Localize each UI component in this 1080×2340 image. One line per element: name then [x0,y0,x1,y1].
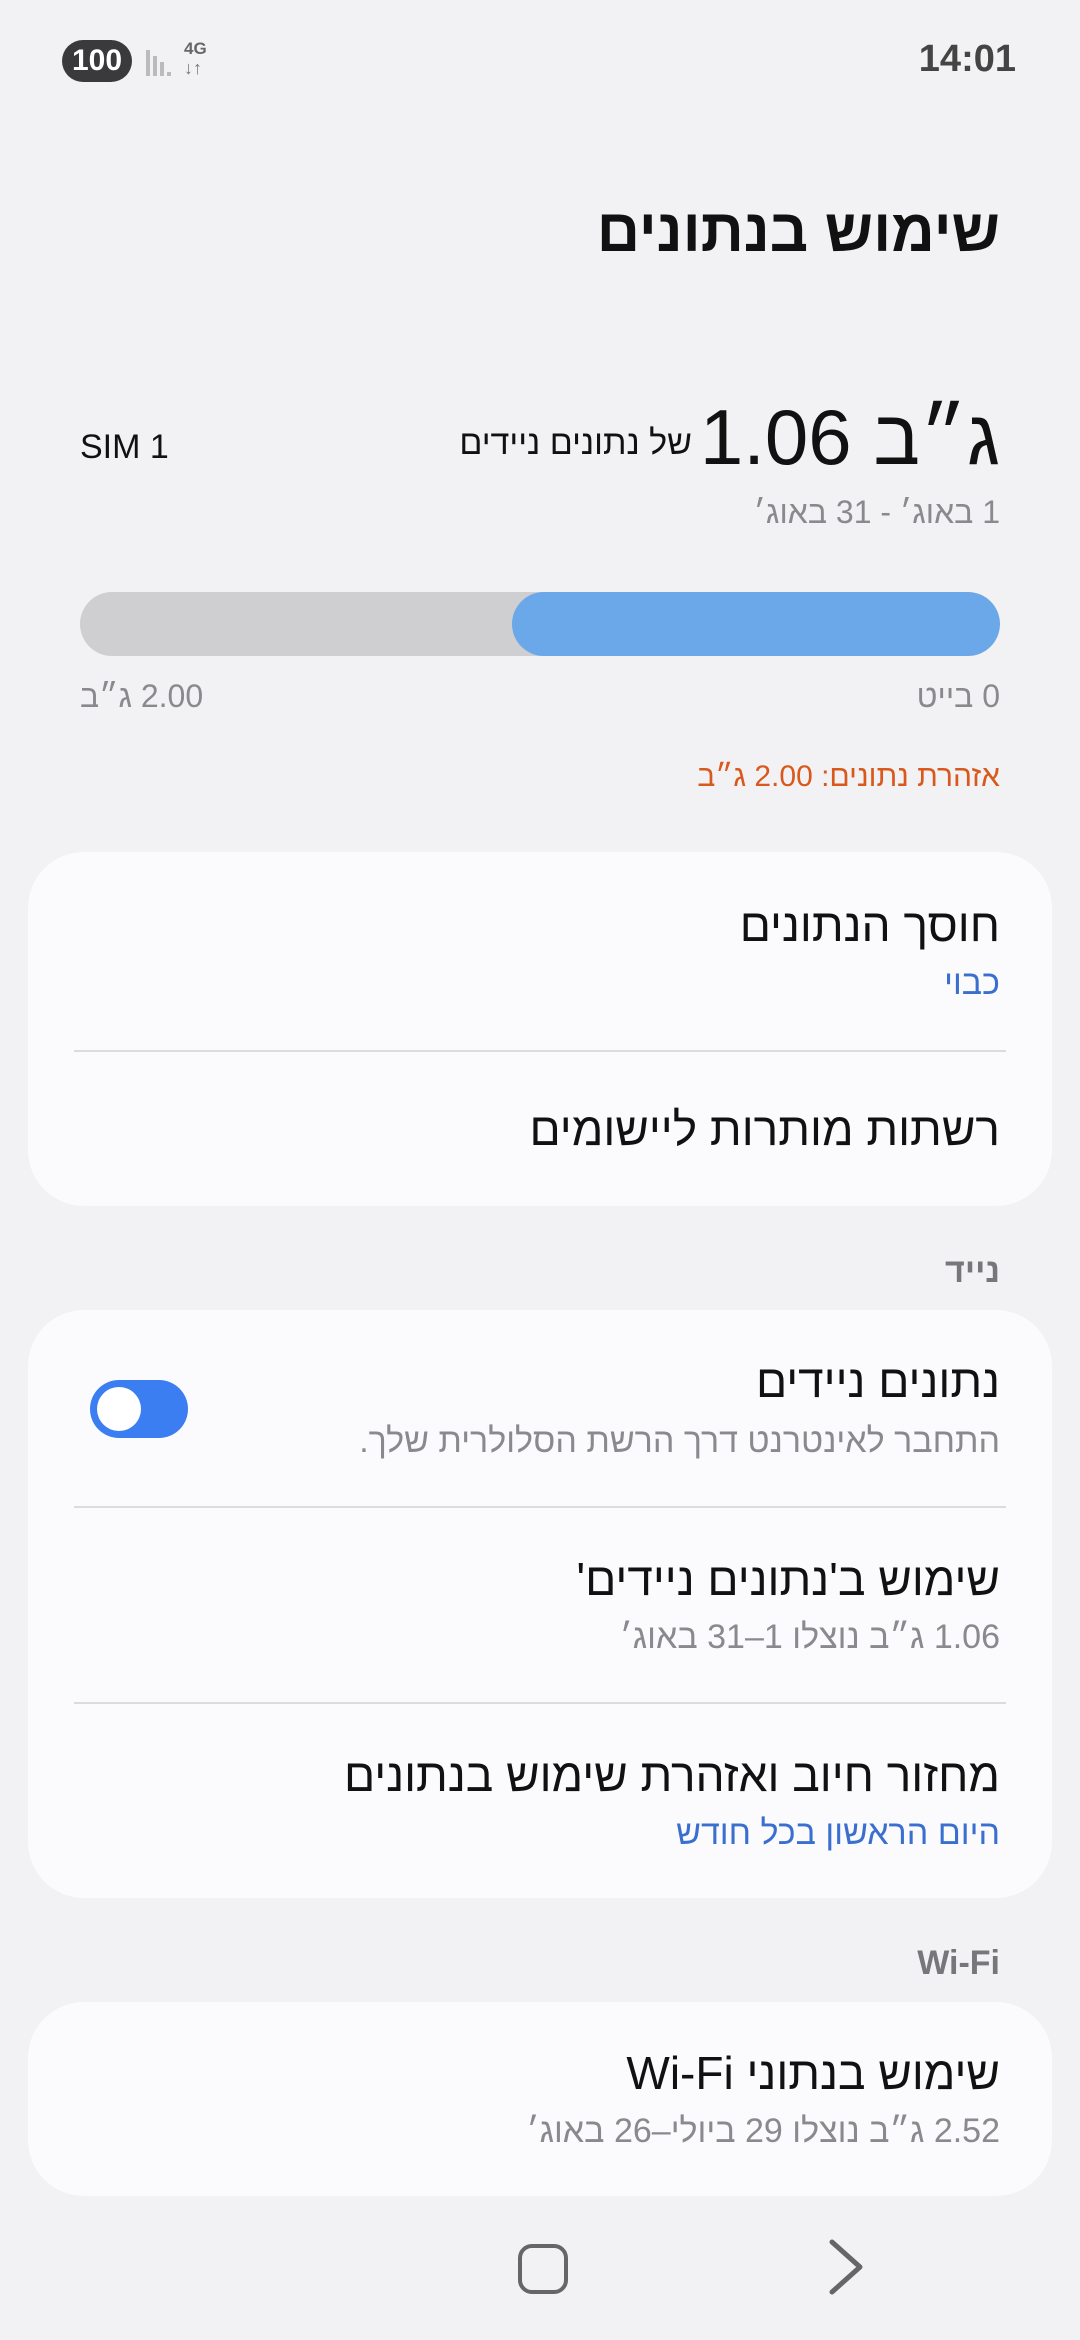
usage-progress-bar [80,592,1000,656]
network-type-icon: 4G ↓↑ [184,40,214,82]
square-home-icon[interactable] [518,2244,568,2294]
allowed-networks-row[interactable]: רשתות מותרות ליישומים [28,1052,1052,1206]
billing-cycle-subtitle: היום הראשון בכל חודש [676,1814,1000,1852]
chevron-back-icon[interactable] [818,2232,878,2302]
wifi-usage-subtitle: 2.52 ג״ב נוצלו 29 ביולי–26 באוג׳ [526,2112,1000,2150]
signal-strength-icon [146,50,171,76]
mobile-usage-row[interactable]: שימוש ב'נתונים ניידים' 1.06 ג״ב נוצלו 1–… [28,1508,1052,1702]
mobile-data-toggle[interactable] [90,1380,188,1438]
wifi-card: שימוש בנתוני Wi-Fi 2.52 ג״ב נוצלו 29 ביו… [28,2002,1052,2196]
data-saver-status: כבוי [944,964,1000,1002]
status-clock: 14:01 [918,38,1016,80]
mobile-usage-title: שימוש ב'נתונים ניידים' [576,1553,1000,1605]
mobile-usage-subtitle: 1.06 ג״ב נוצלו 1–31 באוג׳ [619,1618,1000,1656]
page-title: שימוש בנתונים [596,197,1000,264]
mobile-data-title: נתונים ניידים [755,1355,1000,1407]
usage-progress-fill [512,592,1000,656]
wifi-usage-title: שימוש בנתוני Wi-Fi [626,2047,1000,2099]
sim-selector[interactable]: SIM 1 [80,428,169,467]
usage-date-range: 1 באוג׳ - 31 באוג׳ [753,494,1000,530]
battery-indicator: 100 [62,40,132,82]
allowed-networks-title: רשתות מותרות ליישומים [529,1103,1001,1155]
section-label-wifi: Wi-Fi [917,1944,1000,1982]
billing-cycle-row[interactable]: מחזור חיוב ואזהרת שימוש בנתונים היום הרא… [28,1704,1052,1898]
toggle-knob [97,1387,141,1431]
usage-amount: 1.06 ג״ב [699,393,1000,481]
data-saver-title: חוסך הנתונים [739,899,1000,951]
data-saver-card: חוסך הנתונים כבוי רשתות מותרות ליישומים [28,852,1052,1206]
data-saver-row[interactable]: חוסך הנתונים כבוי [28,852,1052,1050]
usage-suffix: של נתונים ניידים [459,424,692,462]
data-warning-text: אזהרת נתונים: 2.00 ג״ב [697,760,1000,793]
usage-bar-min-label: 0 בייט [916,678,1000,714]
network-type-label: 4G [184,39,207,58]
mobile-data-subtitle: התחבר לאינטרנט דרך הרשת הסלולרית שלך. [359,1422,1000,1460]
billing-cycle-title: מחזור חיוב ואזהרת שימוש בנתונים [343,1749,1000,1801]
mobile-card: נתונים ניידים התחבר לאינטרנט דרך הרשת הס… [28,1310,1052,1898]
wifi-usage-row[interactable]: שימוש בנתוני Wi-Fi 2.52 ג״ב נוצלו 29 ביו… [28,2002,1052,2196]
usage-bar-max-label: 2.00 ג״ב [80,678,204,714]
data-arrows-icon: ↓↑ [184,58,202,78]
section-label-mobile: נייד [945,1252,1000,1290]
mobile-data-row[interactable]: נתונים ניידים התחבר לאינטרנט דרך הרשת הס… [28,1310,1052,1506]
